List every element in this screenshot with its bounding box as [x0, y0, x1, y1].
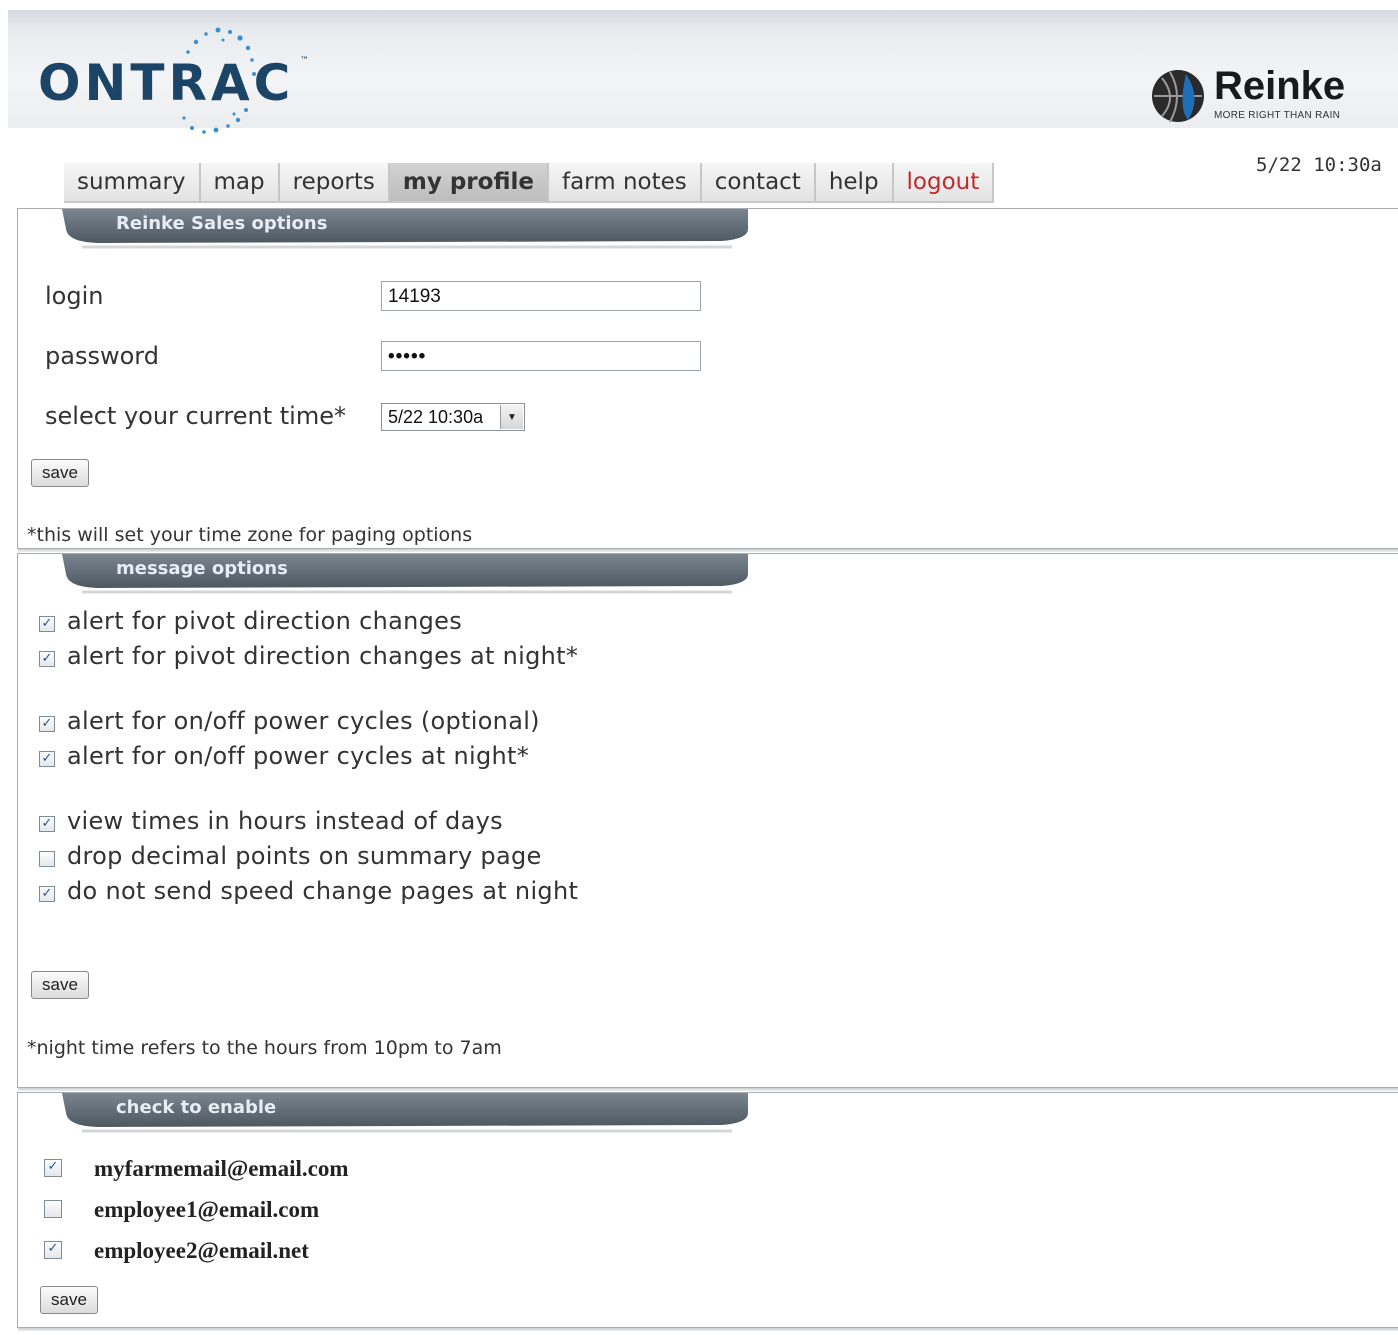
time-zone-note: *this will set your time zone for paging…	[27, 524, 473, 546]
checkbox-power-cycles-night[interactable]: ✓	[39, 751, 55, 767]
save-message-button[interactable]: save	[31, 971, 89, 999]
checkbox-no-speed-pages-night[interactable]: ✓	[39, 886, 55, 902]
login-field[interactable]: 14193	[381, 281, 701, 311]
password-field[interactable]: •••••	[381, 341, 701, 371]
email-employee1: employee1@email.com	[94, 1197, 320, 1222]
ontrac-logo: ONTRAC ™	[38, 27, 309, 134]
sales-options-panel: Reinke Sales options login 14193 passwor…	[17, 208, 1398, 552]
tab-farm-notes[interactable]: farm notes	[548, 163, 702, 203]
option-label-no-speed-pages-night: do not send speed change pages at night	[67, 877, 579, 905]
tab-map[interactable]: map	[200, 163, 280, 203]
option-label-hours-instead-of-days: view times in hours instead of days	[67, 807, 503, 835]
message-panel-title: message options	[116, 558, 288, 579]
email-myfarm: myfarmemail@email.com	[94, 1156, 349, 1181]
chevron-down-icon[interactable]: ▼	[500, 405, 523, 429]
reinke-tagline: MORE RIGHT THAN RAIN	[1214, 110, 1341, 121]
email-enable-panel: check to enable ✓ myfarmemail@email.com …	[17, 1092, 1398, 1331]
header-banner: ONTRAC ™ Reinke MORE RIGHT THAN RAIN	[8, 10, 1398, 134]
current-time: 5/22 10:30a	[1256, 154, 1382, 176]
main-nav: summary map reports my profile farm note…	[64, 163, 995, 203]
checkbox-email-employee1[interactable]	[44, 1200, 62, 1218]
option-label-power-cycles-night: alert for on/off power cycles at night*	[67, 742, 530, 770]
reinke-logo: Reinke MORE RIGHT THAN RAIN	[1148, 64, 1378, 134]
checkbox-hours-instead-of-days[interactable]: ✓	[39, 816, 55, 832]
reinke-globe-icon	[1152, 70, 1204, 123]
tab-reports[interactable]: reports	[279, 163, 390, 203]
tab-help[interactable]: help	[815, 163, 894, 203]
save-sales-button[interactable]: save	[31, 459, 89, 487]
sales-panel-title: Reinke Sales options	[116, 213, 328, 234]
save-email-button[interactable]: save	[40, 1286, 98, 1314]
time-select[interactable]: 5/22 10:30a ▼	[381, 403, 525, 431]
time-select-value: 5/22 10:30a	[388, 407, 484, 427]
option-label-pivot-direction-night: alert for pivot direction changes at nig…	[67, 642, 579, 670]
ontrac-dots-icon	[182, 27, 256, 134]
night-time-note: *night time refers to the hours from 10p…	[27, 1037, 502, 1059]
checkbox-email-myfarm[interactable]: ✓	[44, 1159, 62, 1177]
option-label-power-cycles: alert for on/off power cycles (optional)	[67, 707, 540, 735]
message-options-panel: message options ✓ alert for pivot direct…	[17, 553, 1398, 1091]
reinke-wordmark: Reinke	[1214, 64, 1346, 108]
tab-logout[interactable]: logout	[893, 163, 995, 203]
checkbox-email-employee2[interactable]: ✓	[44, 1241, 62, 1259]
time-select-label: select your current time*	[45, 402, 346, 430]
login-label: login	[45, 282, 104, 310]
tab-summary[interactable]: summary	[64, 163, 201, 203]
checkbox-pivot-direction-night[interactable]: ✓	[39, 651, 55, 667]
tab-my-profile[interactable]: my profile	[389, 163, 549, 203]
password-label: password	[45, 342, 159, 370]
checkbox-pivot-direction[interactable]: ✓	[39, 616, 55, 632]
checkbox-power-cycles[interactable]: ✓	[39, 716, 55, 732]
enable-panel-title: check to enable	[116, 1097, 277, 1118]
trademark-mark: ™	[300, 56, 309, 66]
option-label-pivot-direction: alert for pivot direction changes	[67, 607, 463, 635]
email-employee2: employee2@email.net	[94, 1238, 309, 1263]
checkbox-drop-decimal[interactable]	[39, 851, 55, 867]
option-label-drop-decimal: drop decimal points on summary page	[67, 842, 542, 870]
tab-contact[interactable]: contact	[701, 163, 816, 203]
